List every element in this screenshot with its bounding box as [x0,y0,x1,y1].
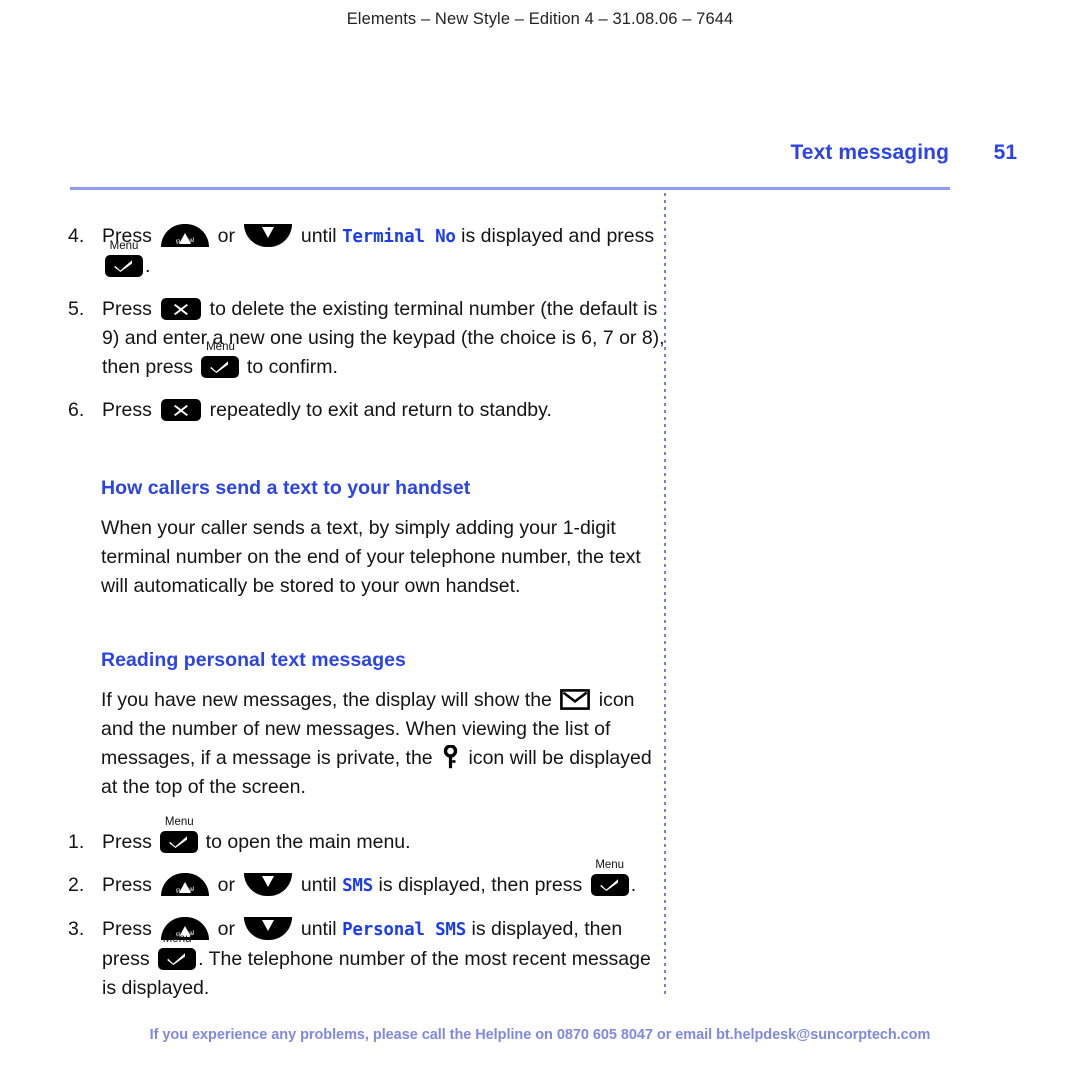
x-icon [174,304,189,315]
down-key[interactable]: Calls [244,917,293,949]
step-text: Press Menu to open the main menu. [102,816,411,853]
key-label: Calls [260,246,277,257]
up-arrow-icon [179,882,192,893]
key-caption: Menu [109,240,139,252]
check-icon [169,836,188,848]
key-label: Calls [260,939,277,950]
section-heading-how-callers-send: How callers send a text to your handset [101,477,471,499]
step-number: 6. [68,399,85,421]
x-icon [174,405,189,416]
key-caption: Menu [595,859,625,871]
section-paragraph-how-callers-send: When your caller sends a text, by simply… [101,517,641,597]
key-label: Calls [260,895,277,906]
chapter-title: Text messaging [790,141,949,164]
step-number: 4. [68,225,85,247]
procedure-step: 2. Press Redial or Calls until SMS is dis… [68,859,668,905]
procedure-step: 1. Press Menu to open the main menu. [68,816,668,857]
cancel-key[interactable] [161,399,202,421]
step-text: Press Redial or Calls until Personal SMS… [102,917,651,999]
down-key[interactable]: Calls [244,224,293,256]
up-key[interactable]: Redial [161,224,210,247]
check-icon [167,953,186,965]
step-text: Press to delete the existing terminal nu… [102,298,665,378]
running-head: Elements – New Style – Edition 4 – 31.08… [346,10,734,28]
step-number: 2. [68,874,85,896]
menu-key[interactable]: Menu [160,816,199,853]
step-number: 3. [68,918,85,940]
menu-key[interactable]: Menu [105,240,143,277]
key-caption: Menu [164,816,194,828]
menu-key[interactable]: Menu [201,341,240,378]
procedure-step: 3. Press Redial or Calls until Personal S… [68,915,668,1003]
header-rule [70,187,950,190]
cancel-key[interactable] [161,298,202,320]
page-number: 51 [993,141,1017,164]
key-icon [442,744,459,769]
section-heading-reading-personal: Reading personal text messages [101,649,406,671]
page-content: 4. Press Redial or Calls until Terminal N… [68,222,668,1017]
down-key[interactable]: Calls [244,873,293,905]
key-caption: Menu [162,933,192,945]
step-number: 1. [68,831,85,853]
step-text: Press Redial or Calls until Terminal No … [102,224,655,277]
display-text: Personal SMS [342,920,467,940]
step-number: 5. [68,298,85,320]
up-arrow-icon [179,233,192,244]
display-text: Terminal No [342,227,456,247]
menu-key[interactable]: Menu [158,933,197,970]
check-icon [210,361,229,373]
procedure-step: 4. Press Redial or Calls until Terminal N… [68,222,668,281]
step-text: Press Redial or Calls until SMS is displ… [102,859,636,905]
procedure-steps-bottom: 1. Press Menu to open the main menu. 2. Pre… [68,816,668,1003]
section-paragraph-reading-personal: If you have new messages, the display wi… [101,689,652,798]
check-icon [114,260,132,272]
key-caption: Menu [206,341,235,353]
procedure-step: 6. Press repeatedly to exit and return to… [68,396,668,425]
display-text: SMS [342,876,374,896]
up-key[interactable]: Redial [161,873,210,896]
envelope-icon [560,689,591,710]
check-icon [600,879,618,891]
step-text: Press repeatedly to exit and return to s… [102,399,552,421]
procedure-steps-top: 4. Press Redial or Calls until Terminal N… [68,222,668,425]
procedure-step: 5. Press to delete the existing terminal … [68,295,668,382]
page-footer: If you experience any problems, please c… [149,1027,931,1043]
menu-key[interactable]: Menu [590,859,629,896]
